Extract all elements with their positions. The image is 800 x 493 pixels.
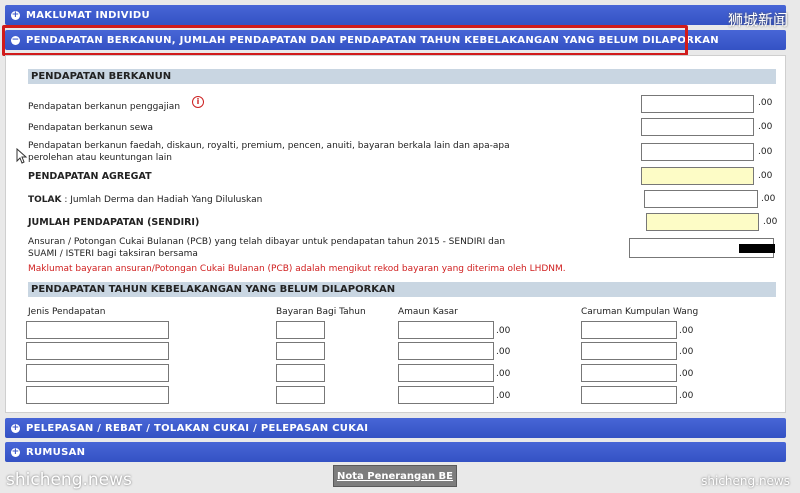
plus-circle-icon: + — [11, 422, 20, 433]
label-tolak: TOLAK : Jumlah Derma dan Hadiah Yang Dil… — [28, 194, 262, 206]
label-interest-line1: Pendapatan berkanun faedah, diskaun, roy… — [28, 141, 510, 151]
amaun-input-4[interactable] — [398, 386, 494, 404]
decimal-suffix: .00 — [496, 391, 511, 401]
decimal-suffix: .00 — [496, 369, 511, 379]
col-header-amaun: Amaun Kasar — [398, 307, 458, 317]
accordion-maklumat-individu[interactable]: + MAKLUMAT INDIVIDU — [5, 5, 786, 25]
watermark-top-right: 狮城新闻 — [727, 11, 788, 29]
label-employment: Pendapatan berkanun penggajian — [28, 102, 181, 112]
decimal-suffix: .00 — [763, 217, 778, 227]
section-heading-prior-year: PENDAPATAN TAHUN KEBELAKANGAN YANG BELUM… — [28, 282, 776, 297]
decimal-suffix: .00 — [679, 326, 694, 336]
info-icon[interactable]: i — [192, 96, 204, 108]
red-highlight-annotation — [2, 25, 688, 56]
rent-input[interactable] — [641, 118, 754, 136]
nota-penerangan-button[interactable]: Nota Penerangan BE — [333, 465, 457, 487]
pcb-note: Maklumat bayaran ansuran/Potongan Cukai … — [28, 264, 566, 274]
label-interest-line2: perolehan atau keuntungan lain — [28, 153, 172, 163]
decimal-suffix: .00 — [679, 347, 694, 357]
decimal-suffix: .00 — [758, 98, 773, 108]
redacted-value — [739, 244, 775, 253]
tolak-input[interactable] — [644, 190, 758, 208]
bayaran-input-1[interactable] — [276, 321, 325, 339]
decimal-suffix: .00 — [758, 147, 773, 157]
bayaran-input-3[interactable] — [276, 364, 325, 382]
bayaran-input-2[interactable] — [276, 342, 325, 360]
watermark-bottom-left: shicheng.news — [6, 470, 132, 490]
accordion-label: RUMUSAN — [26, 446, 86, 458]
watermark-bottom-right: shicheng.news — [701, 474, 790, 488]
employment-input[interactable] — [641, 95, 754, 113]
accordion-pelepasan[interactable]: + PELEPASAN / REBAT / TOLAKAN CUKAI / PE… — [5, 418, 786, 438]
label-tolak-keyword: TOLAK — [28, 195, 62, 205]
accordion-label: MAKLUMAT INDIVIDU — [26, 9, 150, 21]
caruman-input-1[interactable] — [581, 321, 677, 339]
accordion-label: PELEPASAN / REBAT / TOLAKAN CUKAI / PELE… — [26, 422, 369, 434]
mouse-cursor-icon — [16, 148, 28, 164]
caruman-input-2[interactable] — [581, 342, 677, 360]
aggregate-output — [641, 167, 754, 185]
interest-input[interactable] — [641, 143, 754, 161]
plus-circle-icon: + — [11, 9, 20, 20]
label-tolak-text: : Jumlah Derma dan Hadiah Yang Diluluska… — [64, 195, 263, 205]
label-total-self: JUMLAH PENDAPATAN (SENDIRI) — [28, 217, 200, 228]
amaun-input-1[interactable] — [398, 321, 494, 339]
jenis-input-1[interactable] — [26, 321, 169, 339]
jenis-input-3[interactable] — [26, 364, 169, 382]
accordion-rumusan[interactable]: + RUMUSAN — [5, 442, 786, 462]
decimal-suffix: .00 — [496, 347, 511, 357]
label-pcb-line1: Ansuran / Potongan Cukai Bulanan (PCB) y… — [28, 237, 506, 247]
decimal-suffix: .00 — [496, 326, 511, 336]
jenis-input-4[interactable] — [26, 386, 169, 404]
section-heading-statutory: PENDAPATAN BERKANUN — [28, 69, 776, 84]
pendapatan-panel: PENDAPATAN BERKANUN Pendapatan berkanun … — [5, 55, 786, 413]
label-pcb-line2: SUAMI / ISTERI bagi taksiran bersama — [28, 249, 198, 259]
caruman-input-4[interactable] — [581, 386, 677, 404]
label-rent: Pendapatan berkanun sewa — [28, 123, 154, 133]
decimal-suffix: .00 — [758, 171, 773, 181]
decimal-suffix: .00 — [761, 194, 776, 204]
amaun-input-2[interactable] — [398, 342, 494, 360]
caruman-input-3[interactable] — [581, 364, 677, 382]
decimal-suffix: .00 — [679, 369, 694, 379]
decimal-suffix: .00 — [758, 122, 773, 132]
col-header-bayaran: Bayaran Bagi Tahun — [276, 307, 366, 317]
jenis-input-2[interactable] — [26, 342, 169, 360]
plus-circle-icon: + — [11, 446, 20, 457]
bayaran-input-4[interactable] — [276, 386, 325, 404]
label-aggregate: PENDAPATAN AGREGAT — [28, 171, 152, 182]
col-header-caruman: Caruman Kumpulan Wang — [581, 307, 699, 317]
decimal-suffix: .00 — [679, 391, 694, 401]
amaun-input-3[interactable] — [398, 364, 494, 382]
col-header-jenis: Jenis Pendapatan — [28, 307, 106, 317]
total-self-output — [646, 213, 759, 231]
